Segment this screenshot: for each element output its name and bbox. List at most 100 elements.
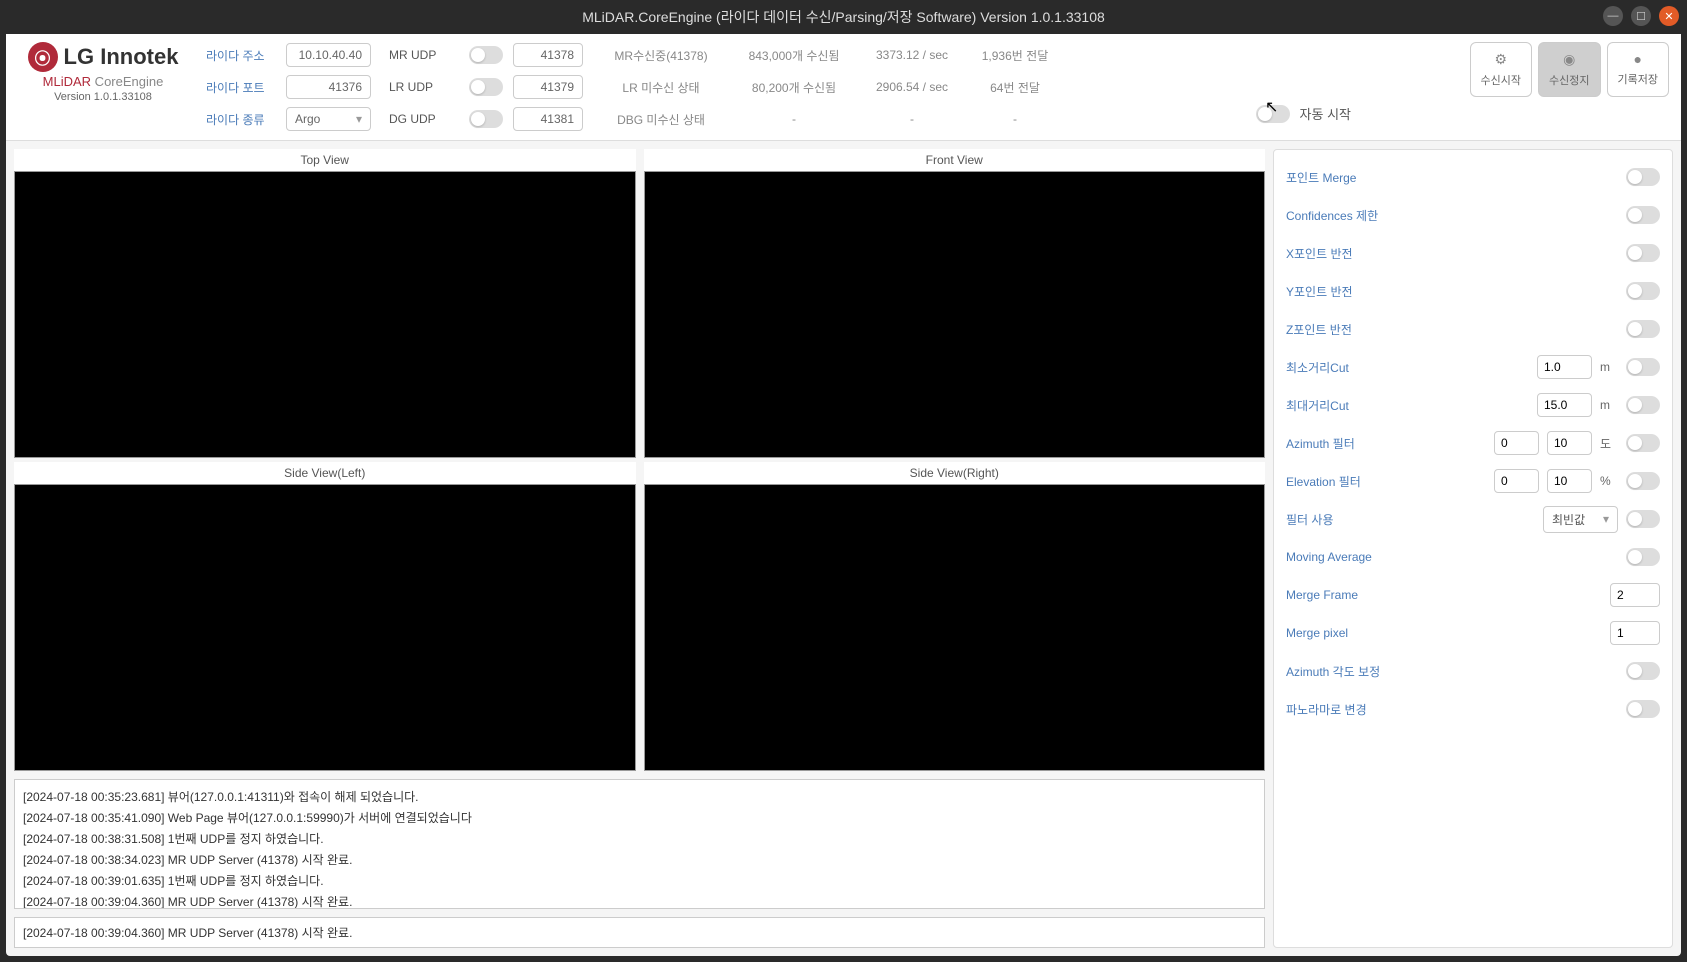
dbg-status: DBG 미수신 상태 — [617, 106, 705, 132]
logo-section: ⦿ LG Innotek MLiDAR CoreEngine Version 1… — [18, 42, 188, 103]
min-cut-input[interactable] — [1537, 355, 1592, 379]
lg-logo-icon: ⦿ — [28, 42, 58, 72]
dg-udp-toggle[interactable] — [469, 110, 503, 128]
opt-azimuth-corr: Azimuth 각도 보정 — [1286, 663, 1618, 680]
mr-udp-toggle[interactable] — [469, 46, 503, 64]
save-button[interactable]: ● 기록저장 — [1607, 42, 1669, 97]
lr-udp-toggle[interactable] — [469, 78, 503, 96]
opt-max-cut: 최대거리Cut — [1286, 397, 1529, 414]
right-view-canvas[interactable] — [644, 484, 1266, 771]
opt-merge-pixel: Merge pixel — [1286, 626, 1602, 640]
toolbar: ⦿ LG Innotek MLiDAR CoreEngine Version 1… — [6, 34, 1681, 141]
log-line: [2024-07-18 00:35:41.090] Web Page 뷰어(12… — [23, 807, 1256, 828]
mr-recv: 843,000개 수신됨 — [749, 42, 840, 68]
log-line: [2024-07-18 00:38:31.508] 1번째 UDP를 정지 하였… — [23, 828, 1256, 849]
stop-button[interactable]: ◉ 수신정지 — [1538, 42, 1600, 97]
conf-limit-toggle[interactable] — [1626, 206, 1660, 224]
lidar-port-input[interactable] — [286, 75, 371, 99]
azimuth-unit: 도 — [1600, 435, 1618, 452]
opt-azimuth-filter: Azimuth 필터 — [1286, 435, 1486, 452]
azimuth-toggle[interactable] — [1626, 434, 1660, 452]
filter-use-select[interactable]: 최빈값 — [1543, 506, 1618, 533]
opt-y-flip: Y포인트 반전 — [1286, 283, 1618, 300]
window-titlebar: MLiDAR.CoreEngine (라이다 데이터 수신/Parsing/저장… — [0, 0, 1687, 34]
panorama-toggle[interactable] — [1626, 700, 1660, 718]
close-button[interactable]: ✕ — [1659, 6, 1679, 26]
dg-udp-input[interactable] — [513, 107, 583, 131]
merge-pixel-input[interactable] — [1610, 621, 1660, 645]
lidar-type-label: 라이다 종류 — [206, 111, 276, 128]
opt-z-flip: Z포인트 반전 — [1286, 321, 1618, 338]
min-cut-toggle[interactable] — [1626, 358, 1660, 376]
log-line: [2024-07-18 00:39:04.360] MR UDP Server … — [23, 891, 1256, 909]
lr-status: LR 미수신 상태 — [622, 74, 699, 100]
dg-udp-label: DG UDP — [389, 112, 459, 126]
mr-status: MR수신중(41378) — [614, 42, 707, 68]
opt-conf-limit: Confidences 제한 — [1286, 207, 1618, 224]
opt-merge-frame: Merge Frame — [1286, 588, 1602, 602]
front-view-title: Front View — [644, 149, 1266, 171]
log-line: [2024-07-18 00:35:23.681] 뷰어(127.0.0.1:4… — [23, 786, 1256, 807]
sub-brand: MLiDAR CoreEngine — [43, 74, 164, 89]
dbg-recv: - — [792, 106, 796, 132]
x-flip-toggle[interactable] — [1626, 244, 1660, 262]
record-icon: ● — [1634, 51, 1642, 67]
merge-frame-input[interactable] — [1610, 583, 1660, 607]
right-view-title: Side View(Right) — [644, 462, 1266, 484]
opt-elevation-filter: Elevation 필터 — [1286, 473, 1486, 490]
elevation-unit: % — [1600, 474, 1618, 488]
left-view-title: Side View(Left) — [14, 462, 636, 484]
top-view-title: Top View — [14, 149, 636, 171]
dbg-fwd: - — [1013, 106, 1017, 132]
lr-udp-input[interactable] — [513, 75, 583, 99]
top-view-canvas[interactable] — [14, 171, 636, 458]
point-merge-toggle[interactable] — [1626, 168, 1660, 186]
max-cut-toggle[interactable] — [1626, 396, 1660, 414]
log-box[interactable]: [2024-07-18 00:35:23.681] 뷰어(127.0.0.1:4… — [14, 779, 1265, 909]
lr-udp-label: LR UDP — [389, 80, 459, 94]
lidar-port-label: 라이다 포트 — [206, 79, 276, 96]
max-cut-unit: m — [1600, 398, 1618, 412]
log-line: [2024-07-18 00:39:01.635] 1번째 UDP를 정지 하였… — [23, 870, 1256, 891]
log-line: [2024-07-18 00:38:34.023] MR UDP Server … — [23, 849, 1256, 870]
mr-fwd: 1,936번 전달 — [982, 42, 1048, 68]
play-icon: ⚙ — [1495, 51, 1508, 68]
elevation-a-input[interactable] — [1494, 469, 1539, 493]
opt-panorama: 파노라마로 변경 — [1286, 701, 1618, 718]
mr-udp-input[interactable] — [513, 43, 583, 67]
mr-udp-label: MR UDP — [389, 48, 459, 62]
lidar-type-select[interactable]: Argo — [286, 107, 371, 131]
opt-x-flip: X포인트 반전 — [1286, 245, 1618, 262]
version-text: Version 1.0.1.33108 — [54, 91, 152, 103]
min-cut-unit: m — [1600, 360, 1618, 374]
lr-recv: 80,200개 수신됨 — [752, 74, 836, 100]
lidar-addr-input[interactable] — [286, 43, 371, 67]
lidar-addr-label: 라이다 주소 — [206, 47, 276, 64]
start-button[interactable]: ⚙ 수신시작 — [1470, 42, 1532, 97]
azimuth-corr-toggle[interactable] — [1626, 662, 1660, 680]
opt-moving-avg: Moving Average — [1286, 550, 1618, 564]
azimuth-a-input[interactable] — [1494, 431, 1539, 455]
y-flip-toggle[interactable] — [1626, 282, 1660, 300]
lr-rate: 2906.54 / sec — [876, 74, 948, 100]
moving-avg-toggle[interactable] — [1626, 548, 1660, 566]
window-title: MLiDAR.CoreEngine (라이다 데이터 수신/Parsing/저장… — [582, 7, 1105, 27]
stop-icon: ◉ — [1563, 51, 1575, 68]
azimuth-b-input[interactable] — [1547, 431, 1592, 455]
side-panel: 포인트 Merge Confidences 제한 X포인트 반전 Y포인트 반전… — [1273, 149, 1673, 948]
opt-point-merge: 포인트 Merge — [1286, 169, 1618, 186]
front-view-canvas[interactable] — [644, 171, 1266, 458]
auto-start-label: 자동 시작 — [1300, 104, 1351, 123]
z-flip-toggle[interactable] — [1626, 320, 1660, 338]
opt-min-cut: 최소거리Cut — [1286, 359, 1529, 376]
minimize-button[interactable]: — — [1603, 6, 1623, 26]
auto-start-toggle[interactable] — [1256, 105, 1290, 123]
max-cut-input[interactable] — [1537, 393, 1592, 417]
mr-rate: 3373.12 / sec — [876, 42, 948, 68]
left-view-canvas[interactable] — [14, 484, 636, 771]
maximize-button[interactable]: ☐ — [1631, 6, 1651, 26]
opt-filter-use: 필터 사용 — [1286, 511, 1535, 528]
elevation-b-input[interactable] — [1547, 469, 1592, 493]
elevation-toggle[interactable] — [1626, 472, 1660, 490]
filter-use-toggle[interactable] — [1626, 510, 1660, 528]
